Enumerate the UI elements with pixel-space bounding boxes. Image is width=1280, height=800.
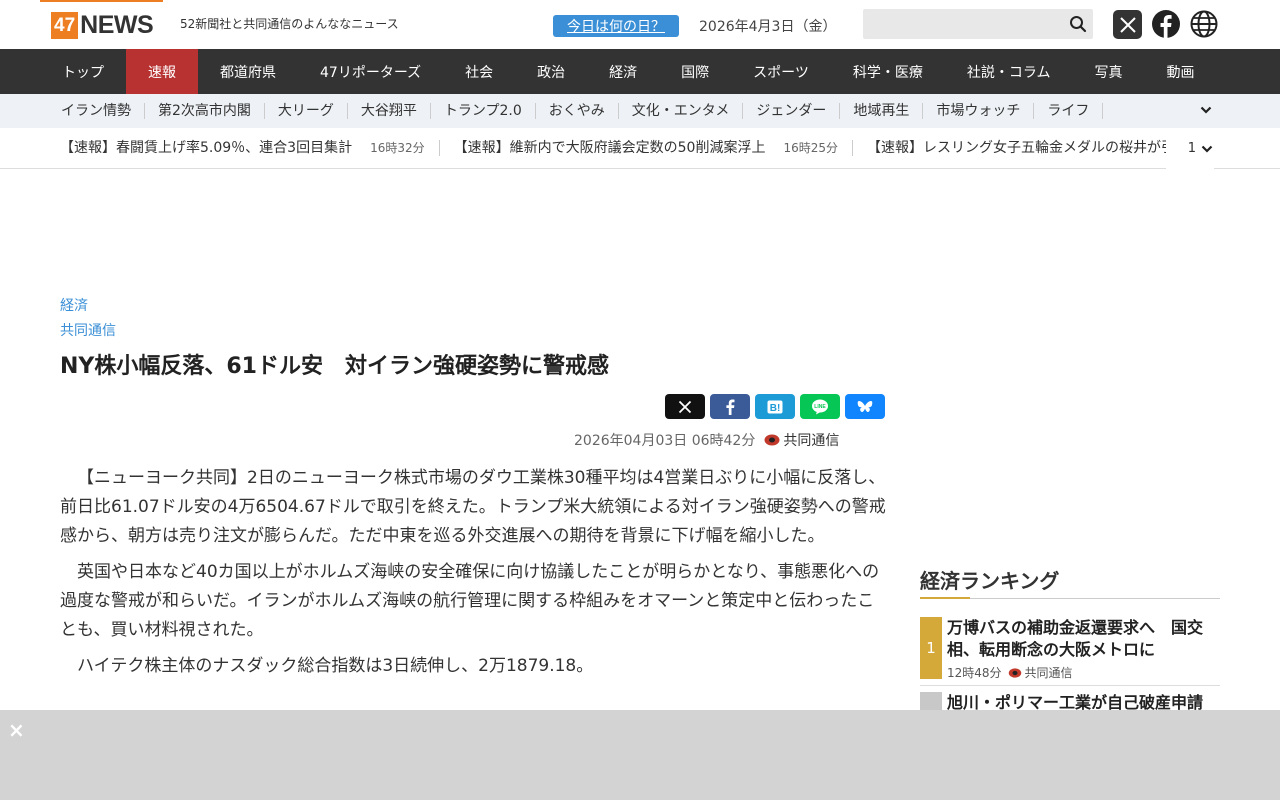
topic-gender[interactable]: ジェンダー (743, 103, 841, 119)
article-headline: NY株小幅反落、61ドル安 対イラン強硬姿勢に警戒感 (60, 354, 609, 379)
nav-economy[interactable]: 経済 (587, 49, 659, 94)
ranking-source: 共同通信 (1024, 666, 1073, 680)
kyodo-logo-icon (764, 434, 780, 446)
svg-text:LINE: LINE (814, 404, 826, 410)
ticker-item[interactable]: 【速報】維新内で大阪府議会定数の50削減案浮上 16時25分 (454, 140, 853, 156)
nav-videos[interactable]: 動画 (1144, 49, 1216, 94)
chevron-down-icon (1201, 145, 1213, 153)
share-bluesky-button[interactable] (845, 394, 885, 419)
nav-photos[interactable]: 写真 (1072, 49, 1144, 94)
site-tagline: 52新聞社と共同通信のよんななニュース (180, 17, 399, 31)
x-social-link[interactable] (1113, 10, 1142, 39)
rank-number-badge: 1 (920, 617, 942, 679)
site-header: 47 NEWS 52新聞社と共同通信のよんななニュース 今日は何の日？ 2026… (0, 0, 1280, 49)
share-line-button[interactable]: LINE (800, 394, 840, 419)
ranking-title: 経済ランキング (920, 569, 1060, 593)
nav-sports[interactable]: スポーツ (731, 49, 831, 94)
main-navigation: トップ 速報 都道府県 47リポーターズ 社会 政治 経済 国際 スポーツ 科学… (0, 49, 1280, 94)
ranking-accent-line (920, 597, 970, 599)
ranking-item-body: 万博バスの補助金返還要求へ 国交相、転用断念の大阪メトロに 12時48分 共同通… (947, 617, 1220, 681)
article-source-link[interactable]: 共同通信 (60, 320, 116, 340)
current-date: 2026年4月3日（金） (699, 19, 837, 35)
ticker-headline: 【速報】春闘賃上げ率5.09％、連合3回目集計 (60, 140, 353, 156)
article-category-link[interactable]: 経済 (60, 295, 88, 315)
close-ad-button[interactable]: × (8, 720, 25, 740)
svg-text:B!: B! (770, 403, 781, 414)
ticker-item[interactable]: 【速報】レスリング女子五輪金メダルの桜井が引退 (867, 140, 1203, 156)
line-app-icon: LINE (812, 399, 828, 414)
topic-ohtani[interactable]: 大谷翔平 (348, 103, 431, 119)
ticker-page-count: 1 (1187, 141, 1196, 156)
ranking-headline: 万博バスの補助金返還要求へ 国交相、転用断念の大阪メトロに (947, 618, 1204, 659)
article-body: 【ニューヨーク共同】2日のニューヨーク株式市場のダウ工業株30種平均は4営業日ぶ… (60, 464, 890, 688)
ticker-pager[interactable]: 1 (1166, 128, 1214, 169)
topic-market[interactable]: 市場ウォッチ (923, 103, 1035, 119)
topic-takaichi-cabinet[interactable]: 第2次高市内閣 (145, 103, 265, 119)
share-x-button[interactable] (665, 394, 705, 419)
bluesky-butterfly-icon (857, 400, 873, 412)
article-byline: 2026年04月03日 06時42分 共同通信 (574, 430, 839, 450)
topic-culture[interactable]: 文化・エンタメ (619, 103, 744, 119)
publish-datetime: 2026年04月03日 06時42分 (574, 433, 756, 449)
article-paragraph: 英国や日本など40カ国以上がホルムズ海峡の安全確保に向け協議したことが明らかとな… (60, 562, 880, 640)
facebook-f-icon (726, 399, 735, 415)
ranking-time: 12時48分 (947, 666, 1002, 680)
share-buttons: B! LINE (665, 394, 885, 419)
topic-regional[interactable]: 地域再生 (840, 103, 924, 119)
ad-banner-overlay: × (0, 710, 1280, 800)
nav-science-medical[interactable]: 科学・医療 (831, 49, 945, 94)
search-icon[interactable] (1069, 15, 1087, 33)
topic-life[interactable]: ライフ (1034, 103, 1104, 119)
logo-number: 47 (51, 12, 79, 39)
logo-word: NEWS (80, 11, 154, 39)
article-source: 共同通信 (783, 433, 840, 449)
article-paragraph: ハイテク株主体のナスダック総合指数は3日続伸し、2万1879.18。 (77, 656, 594, 676)
nav-47reporters[interactable]: 47リポーターズ (298, 49, 443, 94)
globe-language-icon[interactable] (1190, 10, 1218, 38)
topic-obituaries[interactable]: おくやみ (536, 103, 619, 119)
breaking-news-ticker: 【速報】春闘賃上げ率5.09％、連合3回目集計 16時32分 【速報】維新内で大… (0, 128, 1280, 169)
nav-top[interactable]: トップ (40, 49, 126, 94)
topic-mlb[interactable]: 大リーグ (265, 103, 348, 119)
topic-navigation: イラン情勢 第2次高市内閣 大リーグ 大谷翔平 トランプ2.0 おくやみ 文化・… (0, 94, 1280, 128)
share-hatena-button[interactable]: B! (755, 394, 795, 419)
hatena-bookmark-icon: B! (767, 400, 783, 414)
ranking-item[interactable]: 1 万博バスの補助金返還要求へ 国交相、転用断念の大阪メトロに 12時48分 共… (920, 617, 1220, 681)
facebook-icon[interactable] (1152, 10, 1180, 38)
kyodo-logo-icon (1008, 667, 1021, 678)
logo-accent-bar (40, 0, 163, 2)
share-facebook-button[interactable] (710, 394, 750, 419)
ticker-headline: 【速報】維新内で大阪府議会定数の50削減案浮上 (453, 140, 766, 156)
chevron-down-icon[interactable] (1199, 103, 1213, 117)
nav-international[interactable]: 国際 (659, 49, 731, 94)
x-logo-icon (678, 400, 692, 413)
x-logo-icon (1119, 16, 1136, 33)
ticker-time: 16時32分 (370, 141, 425, 155)
topic-iran[interactable]: イラン情勢 (48, 103, 145, 119)
ticker-item[interactable]: 【速報】春闘賃上げ率5.09％、連合3回目集計 16時32分 (60, 140, 440, 156)
nav-prefectures[interactable]: 都道府県 (198, 49, 298, 94)
site-logo[interactable]: 47 NEWS (51, 11, 154, 39)
nav-breaking[interactable]: 速報 (126, 49, 198, 94)
nav-editorials[interactable]: 社説・コラム (945, 49, 1073, 94)
ticker-headline: 【速報】レスリング女子五輪金メダルの桜井が引退 (867, 140, 1189, 156)
article-paragraph: 【ニューヨーク共同】2日のニューヨーク株式市場のダウ工業株30種平均は4営業日ぶ… (60, 468, 886, 546)
ticker-time: 16時25分 (783, 141, 838, 155)
nav-politics[interactable]: 政治 (515, 49, 587, 94)
topic-trump[interactable]: トランプ2.0 (431, 103, 536, 119)
ranking-item-divider (920, 685, 1220, 686)
ranking-meta: 12時48分 共同通信 (947, 664, 1220, 681)
search-input[interactable] (863, 9, 1093, 39)
nav-society[interactable]: 社会 (443, 49, 515, 94)
today-in-history-button[interactable]: 今日は何の日？ (553, 15, 679, 37)
